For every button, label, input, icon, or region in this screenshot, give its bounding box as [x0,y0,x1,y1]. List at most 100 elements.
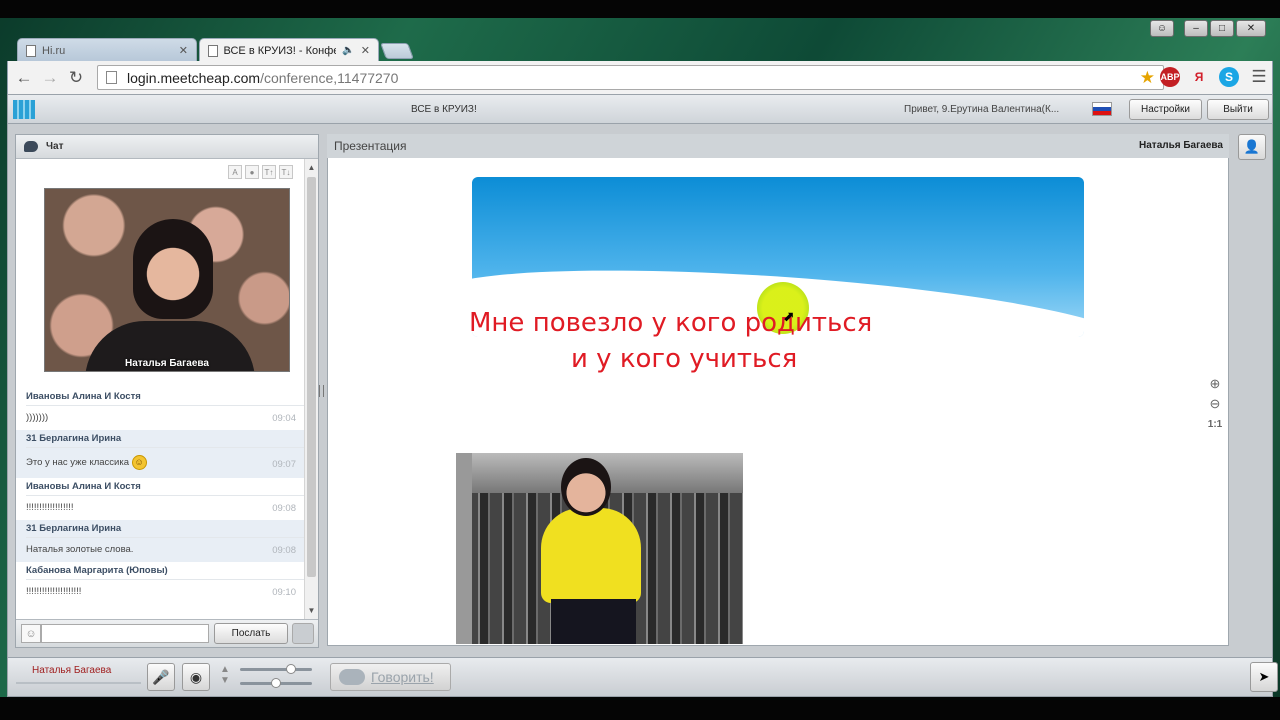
webcam-icon[interactable]: ◉ [182,663,210,691]
send-button[interactable]: Послать [214,623,288,644]
photo-person-skirt [551,599,636,644]
chat-bubble-icon [24,141,38,152]
scroll-up-icon[interactable]: ▲ [305,161,318,174]
chat-messages: Ивановы Алина И Костя ))))))) 09:04 31 Б… [16,388,304,604]
message-text: !!!!!!!!!!!!!!!!!!!!! [26,586,82,597]
skype-icon[interactable]: S [1219,67,1239,87]
user-level-bar [16,682,141,684]
url-host: login.meetcheap.com [127,69,261,86]
window-controls-main: – □ ✕ [1184,20,1266,38]
bookmark-star-icon[interactable]: ★ [1140,68,1155,88]
message-time: 09:07 [272,459,296,470]
scroll-down-icon[interactable]: ▼ [305,604,318,617]
chat-input-bar: ☺ Послать [16,619,318,647]
message-author: Ивановы Алина И Костя [26,478,304,496]
app-logo-icon[interactable] [13,100,35,119]
photo-frame [456,453,472,644]
zoom-controls: ⊕ ⊖ 1:1 [1205,374,1225,434]
font-increase-icon[interactable]: T↑ [262,165,276,179]
participants-icon[interactable]: 👤 [1238,134,1266,160]
slide-photo [456,453,743,644]
speak-button[interactable]: Говорить! [330,663,451,691]
chat-header: Чат [16,135,318,159]
chat-title: Чат [46,141,64,152]
presentation-title: Презентация [334,139,407,153]
slide-text-line1: Мне повезло у кого родиться [469,308,873,338]
chat-message: 31 Берлагина Ирина Наталья золотые слова… [16,520,304,562]
current-user-name: Наталья Багаева [32,665,112,676]
share-icon[interactable]: ➤ [1250,662,1278,692]
tab-title: Hi.ru [42,44,66,57]
browser-toolbar: ← → ↻ login.meetcheap.com/conference,114… [7,61,1273,94]
font-color-icon[interactable]: ● [245,165,259,179]
url-path: /conference,11477270 [260,69,399,86]
address-bar[interactable]: login.meetcheap.com/conference,11477270 … [97,65,1164,90]
volume-slider-knob[interactable] [286,664,296,674]
conference-title: ВСЕ в КРУИЗ! [411,104,477,115]
message-text: Это у нас уже классика [26,457,129,468]
zoom-in-icon[interactable]: ⊕ [1205,374,1225,394]
microphone-icon[interactable]: 🎤 [147,663,175,691]
scroll-thumb[interactable] [307,177,316,577]
mic-slider-knob[interactable] [271,678,281,688]
webcam-video: Наталья Багаева [44,188,290,372]
new-tab-button[interactable] [380,43,414,59]
page-icon [106,71,117,84]
minimize-icon[interactable]: – [1184,20,1208,37]
app-header: ВСЕ в КРУИЗ! Привет, 9.Ерутина Валентина… [7,94,1273,124]
chat-message: Кабанова Маргарита (Юповы) !!!!!!!!!!!!!… [16,562,304,604]
emoji-picker-icon[interactable]: ☺ [21,624,41,643]
volume-slider[interactable] [240,668,312,671]
message-text: ))))))) [26,412,49,423]
presenter-name: Наталья Багаева [1139,140,1223,151]
maximize-icon[interactable]: □ [1210,20,1234,37]
menu-icon[interactable]: ☰ [1246,65,1272,89]
chat-panel: Чат A ● T↑ T↓ Наталья Багаева Ивановы Ал… [15,134,319,648]
photo-person-head [561,458,611,516]
page-icon [26,44,36,57]
tab-title: ВСЕ в КРУИЗ! - Конфе [223,44,337,57]
chat-message: Ивановы Алина И Костя ))))))) 09:04 [16,388,304,430]
close-tab-icon[interactable]: ✕ [179,44,188,57]
send-options-button[interactable] [292,623,314,644]
message-text: Наталья золотые слова. [26,544,134,555]
tab-conference[interactable]: ВСЕ в КРУИЗ! - Конфе 🔈 ✕ [199,38,379,62]
chat-message: Ивановы Алина И Костя !!!!!!!!!!!!!!!!!!… [16,478,304,520]
chat-scrollbar[interactable]: ▲ ▼ [304,159,318,619]
user-profile-icon[interactable]: ☺ [1150,20,1174,37]
zoom-reset-button[interactable]: 1:1 [1205,414,1225,434]
page-icon [208,44,218,57]
message-text: !!!!!!!!!!!!!!!!!! [26,502,74,513]
close-tab-icon[interactable]: ✕ [361,44,370,57]
speaker-icon: 🔈 [342,45,355,56]
font-style-icon[interactable]: A [228,165,242,179]
photo-person-body [541,508,641,603]
adblock-icon[interactable]: ABP [1160,67,1180,87]
chat-message: 31 Берлагина Ирина Это у нас уже классик… [16,430,304,478]
tab-hiru[interactable]: Hi.ru ✕ [17,38,197,62]
speech-bubble-icon [339,669,365,685]
logout-button[interactable]: Выйти [1207,99,1269,120]
video-name-label: Наталья Багаева [125,358,209,369]
panel-splitter-handle[interactable] [319,385,324,397]
settings-button[interactable]: Настройки [1129,99,1202,120]
zoom-out-icon[interactable]: ⊖ [1205,394,1225,414]
chat-message-input[interactable] [41,624,209,643]
forward-icon[interactable]: → [37,66,63,90]
back-icon[interactable]: ← [11,66,37,90]
screen: ☺ – □ ✕ Hi.ru ✕ ВСЕ в КРУИЗ! - Конфе 🔈 ✕… [0,0,1280,720]
volume-icon: ▲ ▼ [220,664,230,686]
message-time: 09:08 [272,545,296,556]
font-controls: A ● T↑ T↓ [228,165,293,179]
mouse-pointer-icon: ⬈ [783,308,795,324]
font-decrease-icon[interactable]: T↓ [279,165,293,179]
message-time: 09:04 [272,413,296,424]
presentation-header: Презентация Наталья Багаева [327,134,1229,158]
message-author: 31 Берлагина Ирина [26,430,304,448]
close-window-icon[interactable]: ✕ [1236,20,1266,37]
message-author: 31 Берлагина Ирина [26,520,304,538]
bottom-letterbox [0,697,1280,720]
reload-icon[interactable]: ↻ [63,66,89,90]
yandex-icon[interactable]: Я [1189,67,1209,87]
russian-flag-icon[interactable] [1092,102,1112,116]
